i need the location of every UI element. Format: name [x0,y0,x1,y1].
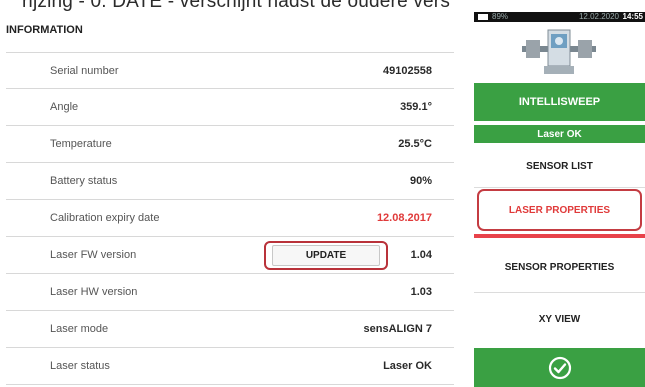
battery-percent: 89% [492,12,509,21]
row-value: 25.5°C [398,138,432,150]
row-label: Laser FW version [50,249,137,261]
laser-info-screen: rijzing - 0. DATE - verschijnt nadst de … [0,0,645,387]
sensor-list-button[interactable]: SENSOR LIST [474,146,645,186]
row-label: Battery status [50,175,118,187]
row-value: 49102558 [383,65,432,77]
laser-ok-status: Laser OK [474,125,645,143]
row-value: 90% [409,175,432,187]
update-button[interactable]: UPDATE [272,245,380,266]
info-row-laser-mode: Laser mode sensALIGN 7 [6,311,454,348]
info-row-laser-fw: Laser FW version UPDATE 1.04 [6,237,454,274]
information-title: INFORMATION [6,24,83,36]
status-date: 12.02.2020 [578,12,619,21]
active-indicator [474,234,645,238]
status-bar: 89% 12.02.2020 14:55 [474,12,645,22]
info-row-laser-status: Laser status Laser OK [6,348,454,385]
laser-device-icon [520,26,598,78]
xy-view-button[interactable]: XY VIEW [474,296,645,342]
info-row-laser-hw: Laser HW version 1.03 [6,274,454,311]
laser-properties-button[interactable]: LASER PROPERTIES [477,189,642,231]
row-value: 1.04 [410,249,432,261]
row-label: Laser status [50,360,110,372]
battery-icon [478,14,488,20]
info-row-temperature: Temperature 25.5°C [6,126,454,163]
status-time: 14:55 [622,12,643,21]
sensor-properties-button[interactable]: SENSOR PROPERTIES [474,244,645,290]
info-row-battery: Battery status 90% [6,163,454,200]
row-value: sensALIGN 7 [363,323,432,335]
row-value: Laser OK [383,360,432,372]
info-row-angle: Angle 359.1° [6,89,454,126]
row-value: 359.1° [400,101,432,113]
divider [474,292,645,293]
row-label: Serial number [50,65,119,77]
info-row-serial: Serial number 49102558 [6,52,454,89]
row-value: 1.03 [410,286,432,298]
row-label: Laser HW version [50,286,138,298]
intellisweep-button[interactable]: INTELLISWEEP [474,83,645,121]
caption-text: rijzing - 0. DATE - verschijnt nadst de … [22,0,451,12]
sidebar: 89% 12.02.2020 14:55 INTELLISWEEP Laser … [474,12,645,387]
info-table: Serial number 49102558 Angle 359.1° Temp… [6,52,454,385]
row-label: Angle [50,101,79,113]
row-label: Calibration expiry date [50,212,160,224]
calibration-expiry-value: 12.08.2017 [376,212,432,224]
check-circle-icon [548,356,571,379]
row-label: Temperature [50,138,112,150]
row-label: Laser mode [50,323,109,335]
info-row-calibration: Calibration expiry date 12.08.2017 [6,200,454,237]
confirm-button[interactable] [474,348,645,387]
divider [474,187,645,188]
update-button-highlight[interactable]: UPDATE [264,241,388,270]
